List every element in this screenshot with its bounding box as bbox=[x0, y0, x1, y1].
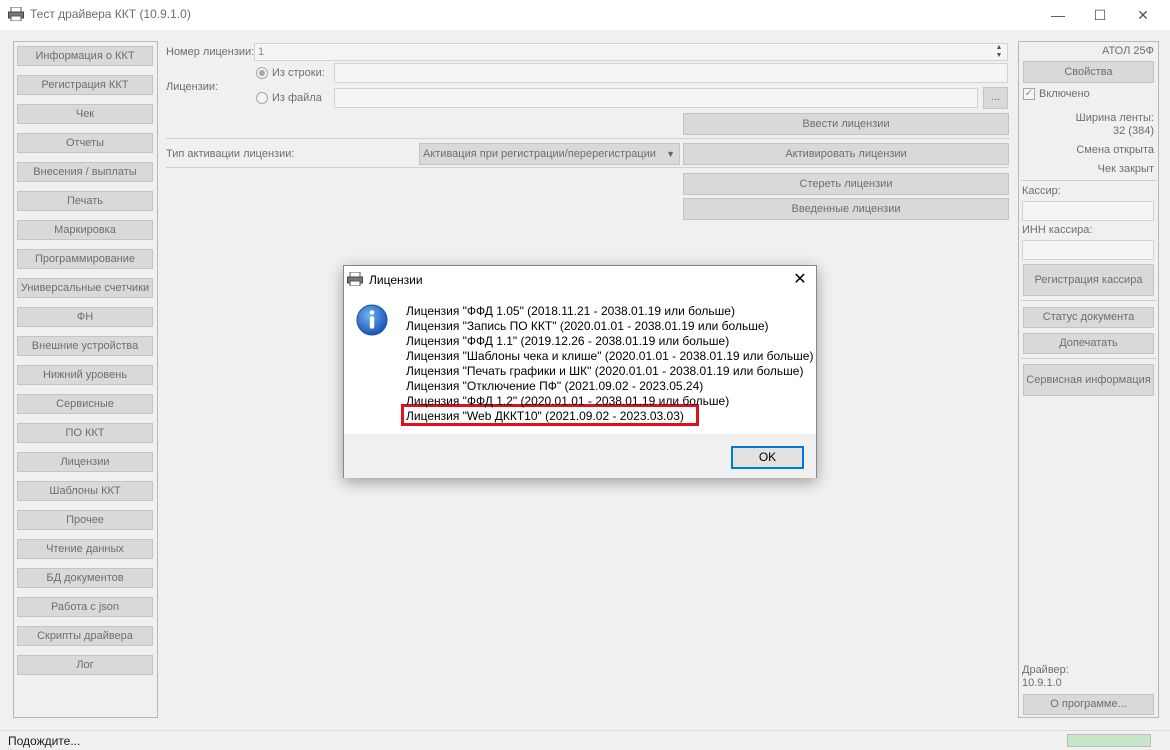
reprint-button[interactable]: Допечатать bbox=[1023, 333, 1154, 354]
sidebar-item[interactable]: Скрипты драйвера bbox=[17, 626, 153, 646]
enter-licenses-button[interactable]: Ввести лицензии bbox=[683, 113, 1009, 135]
cashier-inn-label: ИНН кассира: bbox=[1022, 224, 1093, 236]
dialog-title-bar: Лицензии ✕ bbox=[344, 266, 816, 294]
status-text: Подождите... bbox=[8, 734, 81, 748]
license-line: Лицензия "Отключение ПФ" (2021.09.02 - 2… bbox=[406, 379, 704, 393]
erase-licenses-button[interactable]: Стереть лицензии bbox=[683, 173, 1009, 195]
device-panel: АТОЛ 25Ф Свойства ✓ Включено Ширина лент… bbox=[1018, 41, 1159, 718]
cashier-label: Кассир: bbox=[1022, 185, 1061, 197]
sidebar-item[interactable]: ФН bbox=[17, 307, 153, 327]
minimize-button[interactable]: — bbox=[1035, 0, 1081, 30]
sidebar-item[interactable]: Универсальные счетчики bbox=[17, 278, 153, 298]
receipt-status: Чек закрыт bbox=[1097, 163, 1154, 175]
sidebar-item[interactable]: ПО ККТ bbox=[17, 423, 153, 443]
service-info-button[interactable]: Сервисная информация bbox=[1023, 364, 1154, 396]
sidebar: Информация о ККТ Регистрация ККТ Чек Отчеты… bbox=[13, 41, 158, 718]
license-line: Лицензия "Запись ПО ККТ" (2020.01.01 - 2… bbox=[406, 319, 769, 333]
properties-button[interactable]: Свойства bbox=[1023, 61, 1154, 83]
entered-licenses-button[interactable]: Введенные лицензии bbox=[683, 198, 1009, 220]
register-cashier-button[interactable]: Регистрация кассира bbox=[1023, 264, 1154, 296]
chevron-down-icon: ▼ bbox=[666, 149, 675, 159]
activation-type-select[interactable]: Активация при регистрации/перерегистраци… bbox=[419, 143, 680, 165]
sidebar-item[interactable]: Сервисные bbox=[17, 394, 153, 414]
license-file-input[interactable] bbox=[334, 88, 978, 108]
sidebar-item[interactable]: Отчеты bbox=[17, 133, 153, 153]
ok-button[interactable]: OK bbox=[731, 446, 804, 469]
progress-bar bbox=[1067, 734, 1151, 747]
tape-width-label: Ширина ленты: bbox=[1075, 112, 1154, 124]
from-string-radio[interactable] bbox=[256, 67, 268, 79]
sidebar-item[interactable]: Маркировка bbox=[17, 220, 153, 240]
sidebar-item[interactable]: Чек bbox=[17, 104, 153, 124]
dialog-footer: OK bbox=[344, 434, 816, 478]
sidebar-item[interactable]: Информация о ККТ bbox=[17, 46, 153, 66]
device-name: АТОЛ 25Ф bbox=[1101, 45, 1154, 57]
maximize-button[interactable]: ☐ bbox=[1077, 0, 1123, 30]
sidebar-item[interactable]: Регистрация ККТ bbox=[17, 75, 153, 95]
shift-status: Смена открыта bbox=[1076, 144, 1154, 156]
from-file-label: Из файла bbox=[272, 92, 322, 104]
status-bar: Подождите... bbox=[0, 730, 1170, 750]
cashier-inn-input[interactable] bbox=[1022, 240, 1154, 260]
sidebar-item[interactable]: Внешние устройства bbox=[17, 336, 153, 356]
license-number-value: 1 bbox=[258, 46, 265, 58]
sidebar-item[interactable]: Чтение данных bbox=[17, 539, 153, 559]
info-icon bbox=[356, 304, 388, 336]
divider bbox=[1021, 180, 1156, 181]
sidebar-item[interactable]: Нижний уровень bbox=[17, 365, 153, 385]
license-number-input[interactable]: 1 ▲ ▼ bbox=[254, 43, 1008, 61]
progress-fill bbox=[1068, 735, 1150, 746]
license-line: Лицензия "ФФД 1.2" (2020.01.01 - 2038.01… bbox=[406, 394, 730, 408]
activation-type-value: Активация при регистрации/перерегистраци… bbox=[423, 148, 656, 160]
sidebar-item[interactable]: Шаблоны ККТ bbox=[17, 481, 153, 501]
browse-file-button[interactable]: ... bbox=[983, 87, 1008, 109]
license-string-input[interactable] bbox=[334, 63, 1008, 83]
license-line: Лицензия "ФФД 1.05" (2018.11.21 - 2038.0… bbox=[406, 304, 735, 318]
activation-type-label: Тип активации лицензии: bbox=[166, 148, 295, 160]
sidebar-item[interactable]: Внесения / выплаты bbox=[17, 162, 153, 182]
dialog-title: Лицензии bbox=[369, 273, 423, 287]
printer-icon bbox=[347, 272, 363, 286]
driver-version: 10.9.1.0 bbox=[1022, 677, 1062, 689]
license-line: Лицензия "Web ДККТ10" (2021.09.02 - 2023… bbox=[406, 409, 684, 423]
license-line: Лицензия "Печать графики и ШК" (2020.01.… bbox=[406, 364, 804, 378]
driver-label: Драйвер: bbox=[1022, 664, 1069, 676]
sidebar-item[interactable]: Лог bbox=[17, 655, 153, 675]
close-window-button[interactable]: ✕ bbox=[1120, 0, 1166, 30]
sidebar-item[interactable]: Работа с json bbox=[17, 597, 153, 617]
spinner-icon[interactable]: ▲ ▼ bbox=[993, 44, 1005, 60]
license-line: Лицензия "ФФД 1.1" (2019.12.26 - 2038.01… bbox=[406, 334, 730, 348]
divider bbox=[1021, 300, 1156, 301]
licenses-label: Лицензии: bbox=[166, 81, 219, 93]
sidebar-item[interactable]: Прочее bbox=[17, 510, 153, 530]
from-string-label: Из строки: bbox=[272, 67, 325, 79]
dialog-close-button[interactable]: ✕ bbox=[790, 270, 810, 290]
sidebar-item[interactable]: Печать bbox=[17, 191, 153, 211]
licenses-dialog: Лицензии ✕ Лицензия "ФФД 1.05" (2018.11.… bbox=[343, 265, 817, 478]
enabled-checkbox[interactable]: ✓ bbox=[1023, 88, 1035, 100]
tape-width-value: 32 (384) bbox=[1113, 125, 1154, 137]
title-bar: Тест драйвера ККТ (10.9.1.0) — ☐ ✕ bbox=[0, 0, 1170, 30]
printer-app-icon bbox=[8, 7, 24, 21]
dialog-body: Лицензия "ФФД 1.05" (2018.11.21 - 2038.0… bbox=[344, 294, 816, 434]
license-line: Лицензия "Шаблоны чека и клише" (2020.01… bbox=[406, 349, 814, 363]
activate-licenses-button[interactable]: Активировать лицензии bbox=[683, 143, 1009, 165]
from-file-radio[interactable] bbox=[256, 92, 268, 104]
cashier-input[interactable] bbox=[1022, 201, 1154, 221]
about-button[interactable]: О программе... bbox=[1023, 694, 1154, 715]
sidebar-item[interactable]: БД документов bbox=[17, 568, 153, 588]
divider bbox=[1021, 358, 1156, 359]
divider bbox=[166, 167, 1009, 168]
divider bbox=[166, 138, 1009, 139]
window-title: Тест драйвера ККТ (10.9.1.0) bbox=[30, 7, 191, 21]
document-status-button[interactable]: Статус документа bbox=[1023, 307, 1154, 328]
enabled-label: Включено bbox=[1039, 88, 1090, 100]
sidebar-item[interactable]: Программирование bbox=[17, 249, 153, 269]
sidebar-item[interactable]: Лицензии bbox=[17, 452, 153, 472]
license-number-label: Номер лицензии: bbox=[166, 46, 255, 58]
